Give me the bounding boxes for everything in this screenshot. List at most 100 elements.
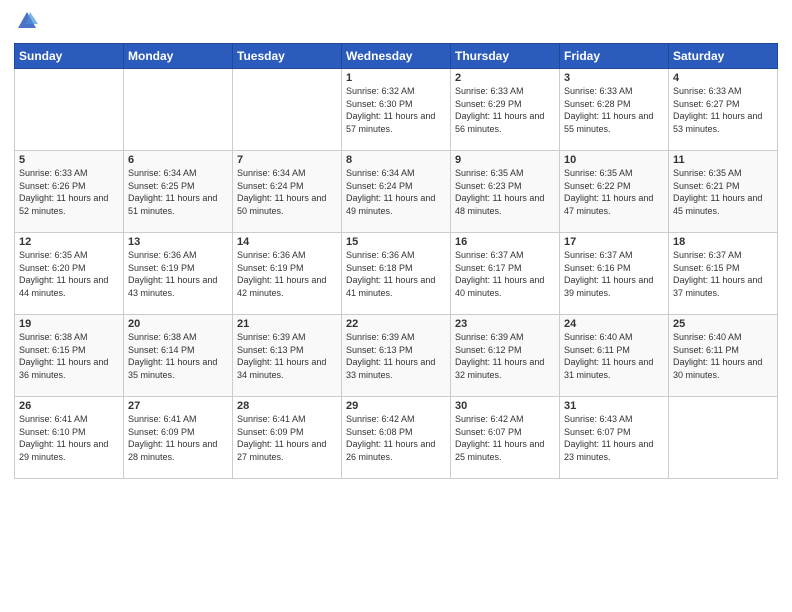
day-number: 2 (455, 72, 555, 84)
day-info: Sunrise: 6:41 AM Sunset: 6:09 PM Dayligh… (128, 413, 228, 463)
calendar-cell: 15Sunrise: 6:36 AM Sunset: 6:18 PM Dayli… (342, 233, 451, 315)
day-number: 11 (673, 154, 773, 166)
calendar-cell: 8Sunrise: 6:34 AM Sunset: 6:24 PM Daylig… (342, 151, 451, 233)
calendar-table: SundayMondayTuesdayWednesdayThursdayFrid… (14, 43, 778, 479)
day-info: Sunrise: 6:38 AM Sunset: 6:15 PM Dayligh… (19, 331, 119, 381)
day-number: 22 (346, 318, 446, 330)
day-number: 28 (237, 400, 337, 412)
calendar-cell (124, 69, 233, 151)
calendar-cell: 18Sunrise: 6:37 AM Sunset: 6:15 PM Dayli… (669, 233, 778, 315)
calendar-cell: 25Sunrise: 6:40 AM Sunset: 6:11 PM Dayli… (669, 315, 778, 397)
calendar-cell: 31Sunrise: 6:43 AM Sunset: 6:07 PM Dayli… (560, 397, 669, 479)
calendar-cell: 22Sunrise: 6:39 AM Sunset: 6:13 PM Dayli… (342, 315, 451, 397)
weekday-header-row: SundayMondayTuesdayWednesdayThursdayFrid… (15, 44, 778, 69)
calendar-cell: 11Sunrise: 6:35 AM Sunset: 6:21 PM Dayli… (669, 151, 778, 233)
day-number: 6 (128, 154, 228, 166)
weekday-header: Friday (560, 44, 669, 69)
day-info: Sunrise: 6:43 AM Sunset: 6:07 PM Dayligh… (564, 413, 664, 463)
day-number: 13 (128, 236, 228, 248)
calendar-cell: 13Sunrise: 6:36 AM Sunset: 6:19 PM Dayli… (124, 233, 233, 315)
day-number: 10 (564, 154, 664, 166)
logo (14, 10, 38, 37)
day-info: Sunrise: 6:33 AM Sunset: 6:26 PM Dayligh… (19, 167, 119, 217)
day-info: Sunrise: 6:36 AM Sunset: 6:19 PM Dayligh… (128, 249, 228, 299)
day-info: Sunrise: 6:42 AM Sunset: 6:07 PM Dayligh… (455, 413, 555, 463)
calendar-cell: 2Sunrise: 6:33 AM Sunset: 6:29 PM Daylig… (451, 69, 560, 151)
day-number: 4 (673, 72, 773, 84)
calendar-week-row: 26Sunrise: 6:41 AM Sunset: 6:10 PM Dayli… (15, 397, 778, 479)
weekday-header: Thursday (451, 44, 560, 69)
weekday-header: Tuesday (233, 44, 342, 69)
calendar-cell: 20Sunrise: 6:38 AM Sunset: 6:14 PM Dayli… (124, 315, 233, 397)
day-number: 31 (564, 400, 664, 412)
day-number: 26 (19, 400, 119, 412)
calendar-cell: 29Sunrise: 6:42 AM Sunset: 6:08 PM Dayli… (342, 397, 451, 479)
calendar-cell: 5Sunrise: 6:33 AM Sunset: 6:26 PM Daylig… (15, 151, 124, 233)
calendar-cell (15, 69, 124, 151)
weekday-header: Wednesday (342, 44, 451, 69)
day-number: 25 (673, 318, 773, 330)
logo-icon (16, 10, 38, 32)
calendar-week-row: 12Sunrise: 6:35 AM Sunset: 6:20 PM Dayli… (15, 233, 778, 315)
calendar-cell: 12Sunrise: 6:35 AM Sunset: 6:20 PM Dayli… (15, 233, 124, 315)
day-number: 12 (19, 236, 119, 248)
calendar-cell: 6Sunrise: 6:34 AM Sunset: 6:25 PM Daylig… (124, 151, 233, 233)
day-number: 8 (346, 154, 446, 166)
day-number: 15 (346, 236, 446, 248)
calendar-cell (233, 69, 342, 151)
day-number: 7 (237, 154, 337, 166)
weekday-header: Saturday (669, 44, 778, 69)
day-number: 9 (455, 154, 555, 166)
day-info: Sunrise: 6:33 AM Sunset: 6:27 PM Dayligh… (673, 85, 773, 135)
calendar-cell: 24Sunrise: 6:40 AM Sunset: 6:11 PM Dayli… (560, 315, 669, 397)
calendar-cell: 1Sunrise: 6:32 AM Sunset: 6:30 PM Daylig… (342, 69, 451, 151)
calendar-cell: 30Sunrise: 6:42 AM Sunset: 6:07 PM Dayli… (451, 397, 560, 479)
calendar-cell: 14Sunrise: 6:36 AM Sunset: 6:19 PM Dayli… (233, 233, 342, 315)
day-number: 23 (455, 318, 555, 330)
day-number: 20 (128, 318, 228, 330)
day-number: 5 (19, 154, 119, 166)
day-info: Sunrise: 6:41 AM Sunset: 6:09 PM Dayligh… (237, 413, 337, 463)
day-info: Sunrise: 6:33 AM Sunset: 6:29 PM Dayligh… (455, 85, 555, 135)
calendar-cell: 10Sunrise: 6:35 AM Sunset: 6:22 PM Dayli… (560, 151, 669, 233)
calendar-cell: 17Sunrise: 6:37 AM Sunset: 6:16 PM Dayli… (560, 233, 669, 315)
weekday-header: Sunday (15, 44, 124, 69)
day-info: Sunrise: 6:35 AM Sunset: 6:21 PM Dayligh… (673, 167, 773, 217)
day-number: 29 (346, 400, 446, 412)
calendar-week-row: 19Sunrise: 6:38 AM Sunset: 6:15 PM Dayli… (15, 315, 778, 397)
calendar-week-row: 5Sunrise: 6:33 AM Sunset: 6:26 PM Daylig… (15, 151, 778, 233)
calendar-cell: 16Sunrise: 6:37 AM Sunset: 6:17 PM Dayli… (451, 233, 560, 315)
day-info: Sunrise: 6:39 AM Sunset: 6:12 PM Dayligh… (455, 331, 555, 381)
page: SundayMondayTuesdayWednesdayThursdayFrid… (0, 0, 792, 612)
day-info: Sunrise: 6:34 AM Sunset: 6:24 PM Dayligh… (237, 167, 337, 217)
calendar-cell: 3Sunrise: 6:33 AM Sunset: 6:28 PM Daylig… (560, 69, 669, 151)
day-info: Sunrise: 6:32 AM Sunset: 6:30 PM Dayligh… (346, 85, 446, 135)
calendar-cell: 27Sunrise: 6:41 AM Sunset: 6:09 PM Dayli… (124, 397, 233, 479)
day-number: 3 (564, 72, 664, 84)
day-info: Sunrise: 6:35 AM Sunset: 6:22 PM Dayligh… (564, 167, 664, 217)
day-number: 19 (19, 318, 119, 330)
calendar-week-row: 1Sunrise: 6:32 AM Sunset: 6:30 PM Daylig… (15, 69, 778, 151)
day-number: 18 (673, 236, 773, 248)
day-info: Sunrise: 6:41 AM Sunset: 6:10 PM Dayligh… (19, 413, 119, 463)
day-number: 17 (564, 236, 664, 248)
day-info: Sunrise: 6:37 AM Sunset: 6:17 PM Dayligh… (455, 249, 555, 299)
day-number: 1 (346, 72, 446, 84)
calendar-cell: 21Sunrise: 6:39 AM Sunset: 6:13 PM Dayli… (233, 315, 342, 397)
calendar-cell: 19Sunrise: 6:38 AM Sunset: 6:15 PM Dayli… (15, 315, 124, 397)
day-info: Sunrise: 6:35 AM Sunset: 6:23 PM Dayligh… (455, 167, 555, 217)
day-info: Sunrise: 6:36 AM Sunset: 6:18 PM Dayligh… (346, 249, 446, 299)
calendar-cell (669, 397, 778, 479)
calendar-cell: 28Sunrise: 6:41 AM Sunset: 6:09 PM Dayli… (233, 397, 342, 479)
day-info: Sunrise: 6:40 AM Sunset: 6:11 PM Dayligh… (673, 331, 773, 381)
calendar-cell: 26Sunrise: 6:41 AM Sunset: 6:10 PM Dayli… (15, 397, 124, 479)
calendar-cell: 4Sunrise: 6:33 AM Sunset: 6:27 PM Daylig… (669, 69, 778, 151)
day-number: 14 (237, 236, 337, 248)
day-number: 16 (455, 236, 555, 248)
day-info: Sunrise: 6:34 AM Sunset: 6:25 PM Dayligh… (128, 167, 228, 217)
day-info: Sunrise: 6:36 AM Sunset: 6:19 PM Dayligh… (237, 249, 337, 299)
day-number: 24 (564, 318, 664, 330)
day-info: Sunrise: 6:40 AM Sunset: 6:11 PM Dayligh… (564, 331, 664, 381)
calendar-cell: 7Sunrise: 6:34 AM Sunset: 6:24 PM Daylig… (233, 151, 342, 233)
day-number: 30 (455, 400, 555, 412)
